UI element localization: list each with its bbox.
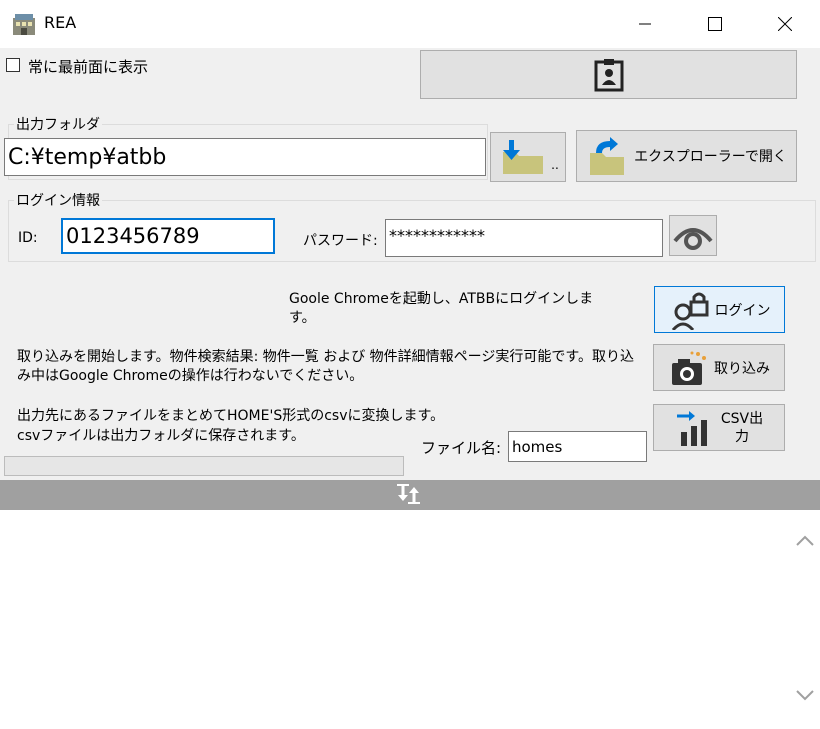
id-label: ID: xyxy=(18,230,38,246)
import-button[interactable]: 取り込み xyxy=(653,344,785,391)
download-folder-icon xyxy=(503,140,544,174)
log-area[interactable] xyxy=(0,510,820,729)
output-folder-legend: 出力フォルダ xyxy=(14,114,102,134)
login-button[interactable]: ログイン xyxy=(654,286,785,333)
login-info-legend: ログイン情報 xyxy=(14,190,102,210)
clipboard-person-icon xyxy=(594,58,623,91)
eye-icon xyxy=(673,227,713,250)
open-explorer-label: エクスプローラーで開く xyxy=(634,149,787,165)
open-explorer-button[interactable]: エクスプローラーで開く xyxy=(576,130,797,182)
browse-folder-button[interactable]: .. xyxy=(490,132,566,182)
maximize-button[interactable] xyxy=(680,0,750,48)
password-input[interactable]: ************ xyxy=(385,219,663,257)
filename-label: ファイル名: xyxy=(421,439,502,457)
login-button-label: ログイン xyxy=(714,302,771,319)
chevron-up-icon[interactable] xyxy=(794,530,816,552)
open-folder-icon xyxy=(590,137,625,175)
user-lock-icon xyxy=(671,292,708,330)
maximize-icon xyxy=(708,17,722,31)
password-label: パスワード: xyxy=(303,233,378,249)
progress-bar xyxy=(4,456,404,476)
output-folder-input[interactable]: C:¥temp¥atbb xyxy=(4,138,486,176)
camera-icon xyxy=(672,351,706,385)
browse-suffix: .. xyxy=(551,158,559,172)
csv-export-button[interactable]: CSV出 力 xyxy=(653,404,785,451)
always-on-top-checkbox[interactable] xyxy=(6,58,20,72)
csv-description-1: 出力先にあるファイルをまとめてHOME'S形式のcsvに変換します。 xyxy=(17,408,445,424)
chart-icon xyxy=(676,410,707,446)
id-card-button[interactable] xyxy=(420,50,797,99)
csv-export-label: CSV出 力 xyxy=(721,410,763,446)
close-button[interactable] xyxy=(750,0,820,48)
id-input[interactable]: 0123456789 xyxy=(61,218,275,254)
login-description: Goole Chromeを起動し、ATBBにログインします。 xyxy=(289,291,594,326)
show-password-button[interactable] xyxy=(669,215,717,256)
building-icon xyxy=(13,14,35,35)
chevron-down-icon[interactable] xyxy=(794,684,816,706)
swap-arrows-icon[interactable] xyxy=(397,484,421,504)
import-description: 取り込みを開始します。物件検索結果: 物件一覧 および 物件詳細情報ページ実行可… xyxy=(17,349,634,384)
csv-export-label-line1: CSV出 xyxy=(720,410,764,427)
always-on-top-label: 常に最前面に表示 xyxy=(28,58,149,76)
minimize-icon xyxy=(639,23,651,25)
csv-export-label-line2: 力 xyxy=(735,428,749,445)
csv-description-2: csvファイルは出力フォルダに保存されます。 xyxy=(17,428,305,444)
close-icon xyxy=(778,17,792,31)
minimize-button[interactable] xyxy=(610,0,680,48)
window-title: REA xyxy=(44,13,77,32)
import-button-label: 取り込み xyxy=(714,360,770,377)
filename-input[interactable]: homes xyxy=(508,431,647,462)
